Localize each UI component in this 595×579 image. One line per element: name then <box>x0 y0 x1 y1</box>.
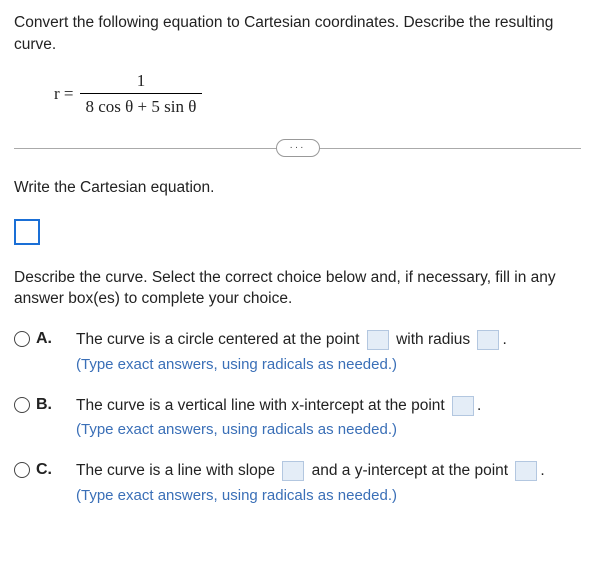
choice-a-post: . <box>502 331 506 348</box>
choice-c-mid: and a y-intercept at the point <box>312 462 508 479</box>
equation-numerator: 1 <box>129 69 154 93</box>
choice-c-hint: (Type exact answers, using radicals as n… <box>76 487 397 504</box>
choice-b-hint: (Type exact answers, using radicals as n… <box>76 421 397 438</box>
choice-a-text: The curve is a circle centered at the po… <box>76 328 581 378</box>
choice-a-input-2[interactable] <box>477 330 499 350</box>
choice-c-text: The curve is a line with slope and a y-i… <box>76 459 581 509</box>
section-cartesian-heading: Write the Cartesian equation. <box>14 177 581 199</box>
choices: A. The curve is a circle centered at the… <box>14 328 581 509</box>
choice-b-input-1[interactable] <box>452 396 474 416</box>
choice-a: A. The curve is a circle centered at the… <box>14 328 581 378</box>
choice-b-radio[interactable] <box>14 397 30 413</box>
cartesian-equation-input[interactable] <box>14 219 40 245</box>
equation-lhs: r = <box>54 84 74 104</box>
choice-b-pre: The curve is a vertical line with x-inte… <box>76 397 445 414</box>
choice-c-input-2[interactable] <box>515 461 537 481</box>
choice-c: C. The curve is a line with slope and a … <box>14 459 581 509</box>
choice-a-hint: (Type exact answers, using radicals as n… <box>76 356 397 373</box>
choice-a-label: A. <box>36 330 52 348</box>
equation-denominator: 8 cos θ + 5 sin θ <box>80 94 203 119</box>
question-prompt: Convert the following equation to Cartes… <box>14 12 581 57</box>
divider: ··· <box>14 137 581 159</box>
choice-c-radio[interactable] <box>14 462 30 478</box>
choice-c-input-1[interactable] <box>282 461 304 481</box>
equation: r = 1 8 cos θ + 5 sin θ <box>54 69 581 119</box>
choice-a-input-1[interactable] <box>367 330 389 350</box>
choice-a-mid: with radius <box>396 331 470 348</box>
choice-c-label: C. <box>36 461 52 479</box>
choice-a-radio[interactable] <box>14 331 30 347</box>
choice-b-label: B. <box>36 396 52 414</box>
expand-button[interactable]: ··· <box>276 139 320 157</box>
choice-c-post: . <box>540 462 544 479</box>
choice-b-text: The curve is a vertical line with x-inte… <box>76 394 581 444</box>
equation-fraction: 1 8 cos θ + 5 sin θ <box>80 69 203 119</box>
choice-a-pre: The curve is a circle centered at the po… <box>76 331 359 348</box>
choice-c-pre: The curve is a line with slope <box>76 462 275 479</box>
choice-b: B. The curve is a vertical line with x-i… <box>14 394 581 444</box>
section-describe-heading: Describe the curve. Select the correct c… <box>14 267 581 310</box>
choice-b-post: . <box>477 397 481 414</box>
